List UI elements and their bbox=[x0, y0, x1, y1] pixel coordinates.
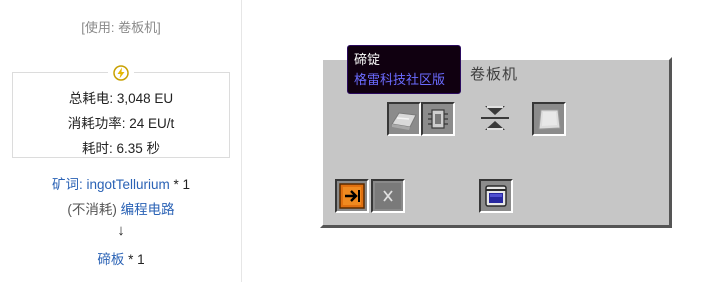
not-consumed-label: (不消耗) bbox=[67, 202, 121, 217]
circuit-icon bbox=[423, 104, 453, 134]
duration: 耗时: 6.35 秒 bbox=[81, 141, 161, 156]
total-energy: 总耗电: 3,048 EU bbox=[68, 91, 174, 106]
circuit-slot[interactable] bbox=[421, 102, 455, 136]
ore-dict-name-link[interactable]: ingotTellurium bbox=[86, 177, 169, 192]
input-slot[interactable] bbox=[387, 102, 421, 136]
disabled-x-icon bbox=[373, 181, 403, 211]
ore-dict-prefix-link[interactable]: 矿词: bbox=[52, 177, 87, 192]
output-quantity: * 1 bbox=[124, 252, 145, 267]
energy-box: 总耗电: 3,048 EU 消耗功率: 24 EU/t 耗时: 6.35 秒 bbox=[12, 65, 230, 158]
tooltip-mod-name: 格雷科技社区版 bbox=[354, 72, 446, 87]
input-toggle-button[interactable] bbox=[371, 179, 405, 213]
auto-output-icon bbox=[337, 181, 367, 211]
ore-dict-line: 矿词: ingotTellurium * 1 bbox=[0, 173, 242, 193]
battery-icon bbox=[481, 181, 511, 211]
auto-output-button[interactable] bbox=[335, 179, 369, 213]
output-slot[interactable] bbox=[532, 102, 566, 136]
press-progress-icon bbox=[477, 100, 513, 136]
gui-title: 卷板机 bbox=[470, 66, 519, 83]
tellurium-plate-icon bbox=[534, 104, 564, 134]
item-tooltip: 碲锭 格雷科技社区版 bbox=[347, 45, 461, 94]
circuit-link[interactable]: 编程电路 bbox=[121, 202, 175, 217]
tooltip-item-name: 碲锭 bbox=[354, 52, 381, 67]
circuit-line: (不消耗) 编程电路 bbox=[0, 198, 242, 218]
tellurium-ingot-icon bbox=[389, 104, 419, 134]
down-arrow-icon: ↓ bbox=[117, 222, 125, 239]
output-link[interactable]: 碲板 bbox=[97, 252, 124, 267]
lightning-icon bbox=[113, 65, 129, 81]
output-line: 碲板 * 1 bbox=[0, 248, 242, 268]
power-usage: 消耗功率: 24 EU/t bbox=[67, 116, 175, 131]
usage-label: [使用: 卷板机] bbox=[81, 20, 161, 35]
battery-slot[interactable] bbox=[479, 179, 513, 213]
recipe-panel: [使用: 卷板机] 总耗电: 3,048 EU 消耗功率: 24 EU/t 耗时… bbox=[0, 0, 242, 282]
ore-quantity: * 1 bbox=[169, 177, 191, 192]
